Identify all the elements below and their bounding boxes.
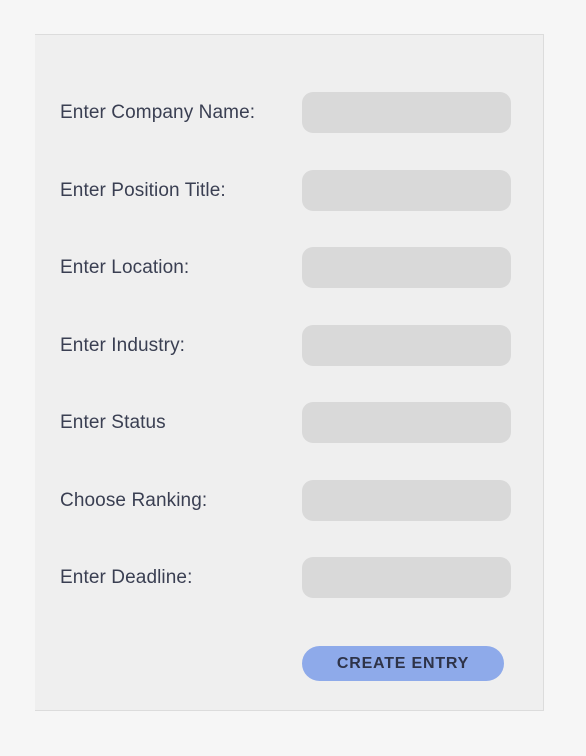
ranking-input[interactable] (302, 480, 511, 521)
company-name-input[interactable] (302, 92, 511, 133)
position-title-label: Enter Position Title: (60, 180, 226, 201)
entry-form: Enter Company Name: Enter Position Title… (35, 34, 544, 711)
status-label: Enter Status (60, 412, 166, 433)
deadline-row: Enter Deadline: (35, 557, 543, 598)
location-input[interactable] (302, 247, 511, 288)
deadline-input[interactable] (302, 557, 511, 598)
industry-row: Enter Industry: (35, 325, 543, 366)
ranking-label: Choose Ranking: (60, 490, 208, 511)
status-row: Enter Status (35, 402, 543, 443)
position-title-row: Enter Position Title: (35, 170, 543, 211)
location-label: Enter Location: (60, 257, 190, 278)
position-title-input[interactable] (302, 170, 511, 211)
industry-input[interactable] (302, 325, 511, 366)
create-entry-button[interactable]: CREATE ENTRY (302, 646, 504, 681)
status-input[interactable] (302, 402, 511, 443)
ranking-row: Choose Ranking: (35, 480, 543, 521)
deadline-label: Enter Deadline: (60, 567, 193, 588)
location-row: Enter Location: (35, 247, 543, 288)
company-name-label: Enter Company Name: (60, 102, 256, 123)
company-name-row: Enter Company Name: (35, 92, 543, 133)
industry-label: Enter Industry: (60, 335, 186, 356)
